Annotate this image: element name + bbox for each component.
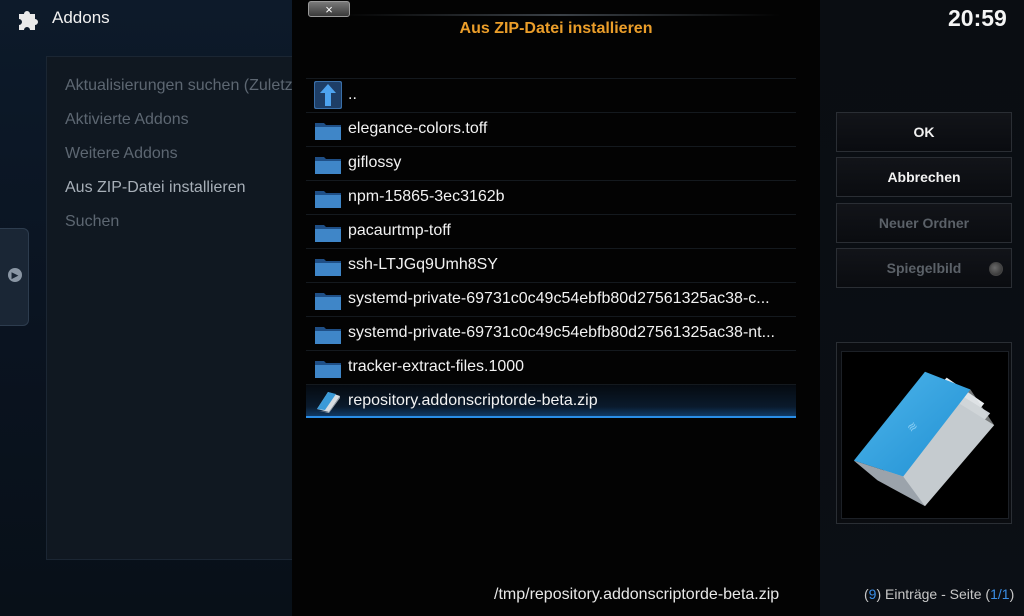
close-button[interactable]: × — [308, 1, 350, 17]
close-icon: × — [325, 1, 333, 17]
list-item-label: pacaurtmp-toff — [348, 222, 451, 239]
cancel-button[interactable]: Abbrechen — [836, 157, 1012, 197]
menu-item-search[interactable]: Suchen — [65, 213, 295, 231]
new-folder-button[interactable]: Neuer Ordner — [836, 203, 1012, 243]
folder-icon — [315, 293, 341, 310]
list-item-label: systemd-private-69731c0c49c54ebfb80d2756… — [348, 324, 775, 341]
folder-icon — [315, 327, 341, 344]
mirror-toggle-button[interactable]: Spiegelbild — [836, 248, 1012, 288]
list-item-folder[interactable]: npm-15865-3ec3162b — [306, 180, 796, 214]
list-item-label: repository.addonscriptorde-beta.zip — [348, 392, 598, 409]
list-item-parent[interactable]: .. — [306, 78, 796, 112]
menu-item-install-from-zip[interactable]: Aus ZIP-Datei installieren — [65, 179, 295, 197]
addons-menu-panel: Aktualisierungen suchen (Zuletzt Aktivie… — [46, 56, 296, 560]
mirror-button-label: Spiegelbild — [886, 260, 962, 276]
parent-folder-icon — [314, 81, 342, 109]
list-item-folder[interactable]: giflossy — [306, 146, 796, 180]
folder-icon — [315, 259, 341, 276]
list-item-label: systemd-private-69731c0c49c54ebfb80d2756… — [348, 290, 770, 307]
list-item-folder[interactable]: pacaurtmp-toff — [306, 214, 796, 248]
list-item-label: tracker-extract-files.1000 — [348, 358, 525, 375]
list-item-label: npm-15865-3ec3162b — [348, 188, 505, 205]
file-preview: ≋ — [836, 342, 1012, 524]
list-item-label: elegance-colors.toff — [348, 120, 488, 137]
zip-package-icon: ≋ — [853, 371, 995, 507]
list-item-label: .. — [348, 86, 357, 103]
cancel-button-label: Abbrechen — [887, 169, 961, 185]
preview-frame: ≋ — [841, 351, 1009, 519]
title-divider — [340, 14, 780, 16]
selected-path: /tmp/repository.addonscriptorde-beta.zip — [494, 586, 780, 603]
page-number: 1/1 — [990, 586, 1010, 602]
clock: 20:59 — [948, 5, 1007, 31]
list-item-folder[interactable]: tracker-extract-files.1000 — [306, 350, 796, 384]
list-item-label: ssh-LTJGq9Umh8SY — [348, 256, 498, 273]
new-folder-button-label: Neuer Ordner — [878, 215, 970, 231]
folder-icon — [315, 157, 341, 174]
ok-button-label: OK — [913, 124, 935, 140]
ok-button[interactable]: OK — [836, 112, 1012, 152]
folder-icon — [315, 123, 341, 140]
list-item-folder[interactable]: elegance-colors.toff — [306, 112, 796, 146]
dialog-title: Aus ZIP-Datei installieren — [459, 20, 653, 37]
folder-icon — [315, 225, 341, 242]
list-item-folder[interactable]: ssh-LTJGq9Umh8SY — [306, 248, 796, 282]
folder-icon — [315, 361, 341, 378]
entries-label: Einträge - Seite — [885, 586, 982, 602]
list-item-folder[interactable]: systemd-private-69731c0c49c54ebfb80d2756… — [306, 282, 796, 316]
puzzle-icon — [19, 11, 38, 30]
page-info: (9) Einträge - Seite (1/1) — [864, 586, 1015, 602]
page-title: Addons — [52, 8, 110, 27]
entry-count: 9 — [868, 586, 877, 602]
list-item-folder[interactable]: systemd-private-69731c0c49c54ebfb80d2756… — [306, 316, 796, 350]
list-item-zip-selected[interactable]: repository.addonscriptorde-beta.zip — [306, 384, 796, 418]
menu-item-check-updates[interactable]: Aktualisierungen suchen (Zuletzt — [65, 77, 295, 95]
toggle-indicator-icon — [989, 262, 1003, 276]
menu-item-enabled-addons[interactable]: Aktivierte Addons — [65, 111, 295, 129]
folder-icon — [315, 191, 341, 208]
list-item-label: giflossy — [348, 154, 402, 171]
chevron-right-icon: ▶ — [8, 268, 22, 282]
menu-item-more-addons[interactable]: Weitere Addons — [65, 145, 295, 163]
zip-file-icon — [317, 392, 340, 413]
